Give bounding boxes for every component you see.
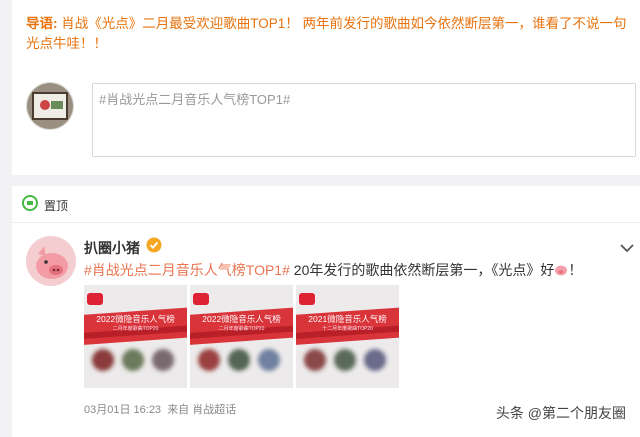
- post-body-end: ！: [568, 262, 583, 278]
- image-title: 2022微隐音乐人气榜: [96, 314, 175, 324]
- post-text: #肖战光点二月音乐人气榜TOP1# 20年发行的歌曲依然断层第一，《光点》好 ！: [84, 260, 624, 280]
- image-subtitle: 十二月年度歌曲TOP20: [322, 326, 373, 332]
- post-user-row: 扒圈小猪: [84, 237, 162, 258]
- divider: [12, 222, 640, 223]
- watermark: 头条 @第二个朋友圈: [495, 405, 626, 421]
- post-image-2[interactable]: 2022微隐音乐人气榜 二月年度歌曲TOP20: [190, 285, 293, 388]
- chevron-down-icon[interactable]: [620, 240, 634, 258]
- composer-avatar[interactable]: [26, 82, 74, 130]
- app-logo-icon: [299, 293, 315, 305]
- post-body: 20年发行的歌曲依然断层第一，《光点》好: [289, 262, 555, 278]
- pig-emoji-icon: [554, 262, 568, 278]
- post-images: 2022微隐音乐人气榜 二月年度歌曲TOP20 2022微隐音乐人气榜 二月年度…: [84, 285, 399, 388]
- app-logo-icon: [193, 293, 209, 305]
- post-avatar[interactable]: [26, 236, 76, 286]
- app-logo-icon: [87, 293, 103, 305]
- post-date[interactable]: 03月01日 16:23: [84, 404, 161, 416]
- weibo-page: 导语: 肖战《光点》二月最受欢迎歌曲TOP1！ 两年前发行的歌曲如今依然断层第一…: [0, 0, 640, 437]
- composer-input[interactable]: #肖战光点二月音乐人气榜TOP1#: [92, 83, 636, 157]
- verified-badge-icon: [146, 237, 162, 258]
- intro-card: 导语: 肖战《光点》二月最受欢迎歌曲TOP1！ 两年前发行的歌曲如今依然断层第一…: [12, 0, 640, 175]
- pin-icon: [22, 194, 38, 216]
- composer-text: #肖战光点二月音乐人气榜TOP1#: [99, 92, 291, 107]
- post-source[interactable]: 来自 肖战超话: [167, 404, 236, 416]
- post-hashtag[interactable]: #肖战光点二月音乐人气榜TOP1#: [84, 262, 290, 278]
- image-subtitle: 二月年度歌曲TOP20: [218, 326, 265, 332]
- image-title: 2021微隐音乐人气榜: [308, 314, 387, 324]
- image-subtitle: 二月年度歌曲TOP20: [112, 326, 159, 332]
- intro-label: 导语:: [26, 16, 58, 31]
- post-image-1[interactable]: 2022微隐音乐人气榜 二月年度歌曲TOP20: [84, 285, 187, 388]
- feed-card: 置顶 扒圈小猪 #肖战光点二月音乐人气榜TOP1# 20年发行的歌曲依然断层第一…: [12, 186, 640, 437]
- intro-body: 肖战《光点》二月最受欢迎歌曲TOP1！ 两年前发行的歌曲如今依然断层第一，谁看了…: [26, 16, 627, 51]
- intro-text: 导语: 肖战《光点》二月最受欢迎歌曲TOP1！ 两年前发行的歌曲如今依然断层第一…: [26, 14, 636, 54]
- image-title: 2022微隐音乐人气榜: [202, 314, 281, 324]
- pinned-indicator: 置顶: [22, 194, 69, 216]
- post-meta: 03月01日 16:23 来自 肖战超话: [84, 401, 236, 417]
- post-username[interactable]: 扒圈小猪: [84, 238, 140, 258]
- pin-label: 置顶: [44, 198, 69, 213]
- post-image-3[interactable]: 2021微隐音乐人气榜 十二月年度歌曲TOP20: [296, 285, 399, 388]
